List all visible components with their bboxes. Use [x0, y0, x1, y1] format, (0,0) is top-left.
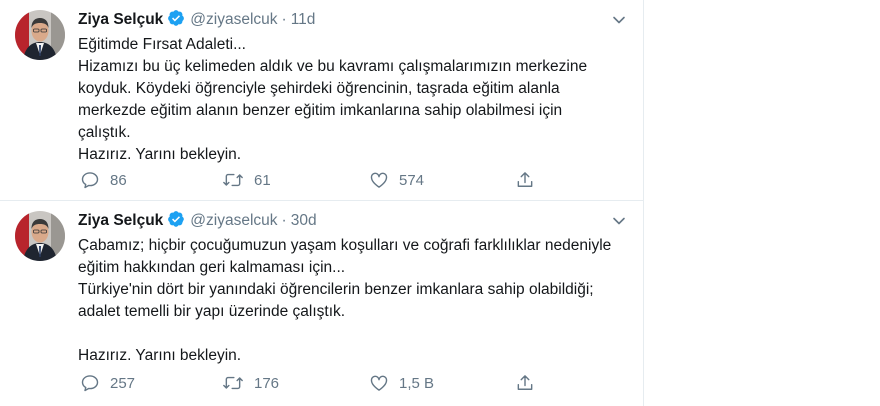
tweet-text-line: Hizamızı bu üç kelimeden aldık ve bu kav… — [78, 58, 588, 75]
tweet-feed: Ziya Selçuk @ziyaselcuk · 11d Eğitimde Fırs… — [0, 0, 644, 406]
tweet[interactable]: Ziya Selçuk @ziyaselcuk · 11d Eğitimde Fırs… — [0, 0, 643, 201]
verified-badge-icon — [167, 210, 185, 235]
tweet-header: Ziya Selçuk @ziyaselcuk · 11d — [78, 9, 315, 34]
reply-button[interactable]: 86 — [80, 168, 127, 192]
tweet-text-line: adalet temelli bir yapı üzerinde çalıştı… — [78, 303, 346, 320]
author-handle[interactable]: @ziyaselcuk — [190, 11, 277, 28]
avatar[interactable] — [15, 10, 65, 60]
reply-button[interactable]: 257 — [80, 371, 135, 395]
share-icon — [515, 373, 535, 393]
reply-count: 257 — [110, 374, 136, 392]
heart-icon — [369, 373, 389, 393]
chevron-down-icon[interactable] — [611, 213, 627, 229]
tweet-text-line: Çabamız; hiçbir çocuğumuzun yaşam koşull… — [78, 237, 612, 254]
retweet-icon — [222, 170, 244, 190]
like-count: 1,5 B — [399, 374, 435, 392]
avatar[interactable] — [15, 211, 65, 261]
verified-badge-icon — [167, 9, 185, 34]
tweet[interactable]: Ziya Selçuk @ziyaselcuk · 30d Çabamız; hiçb… — [0, 201, 643, 406]
tweet-text-line: Hazırız. Yarını bekleyin. — [78, 347, 242, 364]
chevron-down-icon[interactable] — [611, 12, 627, 28]
separator-dot: · — [281, 11, 287, 28]
retweet-count: 61 — [254, 171, 271, 189]
tweet-text-line: eğitim hakkından geri kalmaması için... — [78, 259, 346, 276]
retweet-count: 176 — [254, 374, 280, 392]
tweet-text-line: çalıştık. — [78, 124, 131, 141]
share-button[interactable] — [515, 371, 535, 395]
tweet-timestamp[interactable]: 11d — [291, 11, 316, 28]
like-button[interactable]: 1,5 B — [369, 371, 434, 395]
like-button[interactable]: 574 — [369, 168, 424, 192]
tweet-actions: 86 61 574 — [78, 168, 548, 192]
heart-icon — [369, 170, 389, 190]
reply-icon — [80, 170, 100, 190]
tweet-timestamp[interactable]: 30d — [291, 212, 317, 229]
tweet-actions: 257 176 1,5 B — [78, 371, 548, 395]
retweet-button[interactable]: 176 — [222, 371, 279, 395]
retweet-button[interactable]: 61 — [222, 168, 271, 192]
reply-count: 86 — [110, 171, 127, 189]
separator-dot: · — [281, 212, 287, 229]
tweet-header: Ziya Selçuk @ziyaselcuk · 30d — [78, 210, 317, 235]
author-name[interactable]: Ziya Selçuk — [78, 212, 163, 229]
author-name[interactable]: Ziya Selçuk — [78, 11, 163, 28]
share-icon — [515, 170, 535, 190]
like-count: 574 — [399, 171, 425, 189]
tweet-text: Çabamız; hiçbir çocuğumuzun yaşam koşull… — [78, 235, 628, 367]
author-handle[interactable]: @ziyaselcuk — [190, 212, 277, 229]
tweet-text-line: Türkiye'nin dört bir yanındaki öğrencile… — [78, 281, 594, 298]
tweet-text-line: merkezde eğitim alanın benzer eğitim imk… — [78, 102, 563, 119]
share-button[interactable] — [515, 168, 535, 192]
tweet-text-line: Eğitimde Fırsat Adaleti... — [78, 36, 246, 53]
tweet-text-line: Hazırız. Yarını bekleyin. — [78, 146, 242, 163]
tweet-text: Eğitimde Fırsat Adaleti... Hizamızı bu ü… — [78, 34, 628, 166]
retweet-icon — [222, 373, 244, 393]
reply-icon — [80, 373, 100, 393]
tweet-text-line: koyduk. Köydeki öğrenciyle şehirdeki öğr… — [78, 80, 560, 97]
